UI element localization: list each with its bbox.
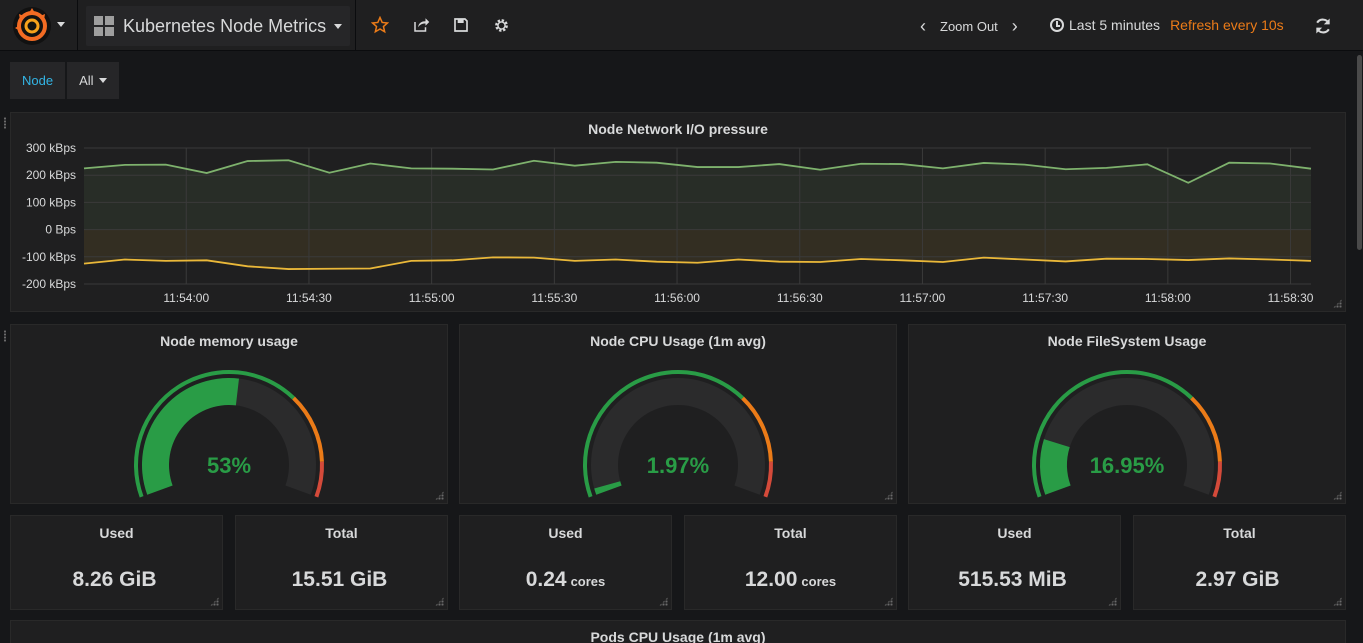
stat-panel: Total 12.00 cores xyxy=(684,515,897,610)
panel-resize-handle[interactable] xyxy=(1108,597,1117,606)
zoom-controls: ‹ Zoom Out › xyxy=(920,14,1018,38)
page-scrollbar[interactable] xyxy=(1355,51,1363,251)
panel-title[interactable]: Total xyxy=(236,525,447,541)
template-variables: Node All xyxy=(10,62,119,99)
y-tick-label: 0 Bps xyxy=(45,223,76,237)
clock-icon xyxy=(1050,18,1064,32)
stat-value: 0.24 cores xyxy=(460,568,671,592)
stat-value: 12.00 cores xyxy=(685,568,896,592)
share-button[interactable] xyxy=(410,14,432,36)
grafana-logo-icon xyxy=(13,7,51,45)
save-button[interactable] xyxy=(450,14,472,36)
stat-panel: Used 8.26 GiB xyxy=(10,515,223,610)
refresh-button[interactable] xyxy=(1313,16,1333,36)
stat-number: 8.26 GiB xyxy=(72,568,157,591)
panel-title[interactable]: Used xyxy=(460,525,671,541)
stat-value: 15.51 GiB xyxy=(236,568,447,592)
x-tick-label: 11:57:00 xyxy=(900,291,946,305)
gauge-value: 16.95% xyxy=(1089,453,1165,478)
pods-cpu-panel: Pods CPU Usage (1m avg) xyxy=(10,620,1346,643)
settings-button[interactable] xyxy=(490,14,512,36)
panel-title[interactable]: Used xyxy=(11,525,222,541)
stat-unit: cores xyxy=(570,574,606,589)
gauge-panel: Node CPU Usage (1m avg) 1.97% xyxy=(459,324,897,504)
gauge-panel: Node memory usage 53% xyxy=(10,324,448,504)
panel-title[interactable]: Total xyxy=(1134,525,1345,541)
y-tick-label: 200 kBps xyxy=(26,168,76,182)
x-tick-label: 11:56:30 xyxy=(777,291,823,305)
stat-panel: Total 15.51 GiB xyxy=(235,515,448,610)
series-area xyxy=(84,160,1311,230)
panel-resize-handle[interactable] xyxy=(1333,597,1342,606)
panel-resize-handle[interactable] xyxy=(210,597,219,606)
network-io-panel: Node Network I/O pressure 300 kBps 200 kB… xyxy=(10,112,1346,312)
stat-panel: Total 2.97 GiB xyxy=(1133,515,1346,610)
zoom-out-button[interactable]: Zoom Out xyxy=(940,19,998,34)
time-range-label: Last 5 minutes xyxy=(1069,17,1161,33)
stat-unit: cores xyxy=(801,574,837,589)
grafana-menu-button[interactable] xyxy=(0,0,78,51)
stat-number: 2.97 GiB xyxy=(1195,568,1280,591)
x-tick-label: 11:58:00 xyxy=(1145,291,1191,305)
dashboard-title: Kubernetes Node Metrics xyxy=(123,15,327,36)
node-variable-value: All xyxy=(79,73,94,88)
y-tick-label: -200 kBps xyxy=(22,277,76,291)
gear-icon xyxy=(494,18,508,32)
y-tick-label: 300 kBps xyxy=(26,141,76,155)
row-drag-handle[interactable] xyxy=(3,330,7,342)
save-icon xyxy=(454,18,468,32)
time-picker[interactable]: Last 5 minutes Refresh every 10s xyxy=(1050,17,1284,33)
top-navbar: Kubernetes Node Metrics ‹ Zoom Out › Las… xyxy=(0,0,1363,51)
stat-number: 15.51 GiB xyxy=(291,568,388,591)
stat-panel: Used 0.24 cores xyxy=(459,515,672,610)
stat-value: 8.26 GiB xyxy=(11,568,222,592)
panel-title[interactable]: Used xyxy=(909,525,1120,541)
node-variable-select[interactable]: All xyxy=(67,62,119,99)
stat-panel: Used 515.53 MiB xyxy=(908,515,1121,610)
y-tick-label: -100 kBps xyxy=(22,250,76,264)
panel-title[interactable]: Pods CPU Usage (1m avg) xyxy=(11,629,1345,643)
row-drag-handle[interactable] xyxy=(3,117,7,129)
chevron-left-icon[interactable]: ‹ xyxy=(920,16,926,37)
refresh-interval-label: Refresh every 10s xyxy=(1170,17,1284,33)
x-tick-label: 11:54:00 xyxy=(163,291,209,305)
stat-value: 515.53 MiB xyxy=(909,568,1120,592)
x-tick-label: 11:55:00 xyxy=(409,291,455,305)
x-tick-label: 11:56:00 xyxy=(654,291,700,305)
star-button[interactable] xyxy=(369,14,391,36)
x-tick-label: 11:55:30 xyxy=(531,291,577,305)
network-io-chart[interactable]: 300 kBps 200 kBps 100 kBps 0 Bps -100 kBps -2… xyxy=(11,113,1345,311)
divider xyxy=(355,0,356,51)
panel-resize-handle[interactable] xyxy=(435,597,444,606)
star-icon xyxy=(371,16,389,34)
stat-value: 2.97 GiB xyxy=(1134,568,1345,592)
x-tick-label: 11:54:30 xyxy=(286,291,332,305)
stat-number: 0.24 xyxy=(525,568,567,591)
stat-number: 12.00 xyxy=(744,568,798,591)
share-icon xyxy=(414,18,430,32)
gauge-value: 53% xyxy=(206,453,252,478)
refresh-icon xyxy=(1316,18,1330,34)
y-tick-label: 100 kBps xyxy=(26,195,76,209)
stat-number: 515.53 MiB xyxy=(958,568,1067,591)
x-tick-label: 11:57:30 xyxy=(1022,291,1068,305)
gauge-panel: Node FileSystem Usage 16.95% xyxy=(908,324,1346,504)
chevron-down-icon xyxy=(98,78,107,83)
panel-resize-handle[interactable] xyxy=(659,597,668,606)
dashboard-grid-icon xyxy=(94,16,114,36)
chevron-down-icon xyxy=(57,22,65,27)
chevron-right-icon[interactable]: › xyxy=(1012,16,1018,37)
node-variable-label: Node xyxy=(10,62,66,99)
panel-resize-handle[interactable] xyxy=(884,597,893,606)
gauge-value: 1.97% xyxy=(646,453,710,478)
x-tick-label: 11:58:30 xyxy=(1268,291,1314,305)
dashboard-picker[interactable]: Kubernetes Node Metrics xyxy=(86,6,351,46)
chevron-down-icon xyxy=(334,23,343,29)
panel-title[interactable]: Total xyxy=(685,525,896,541)
